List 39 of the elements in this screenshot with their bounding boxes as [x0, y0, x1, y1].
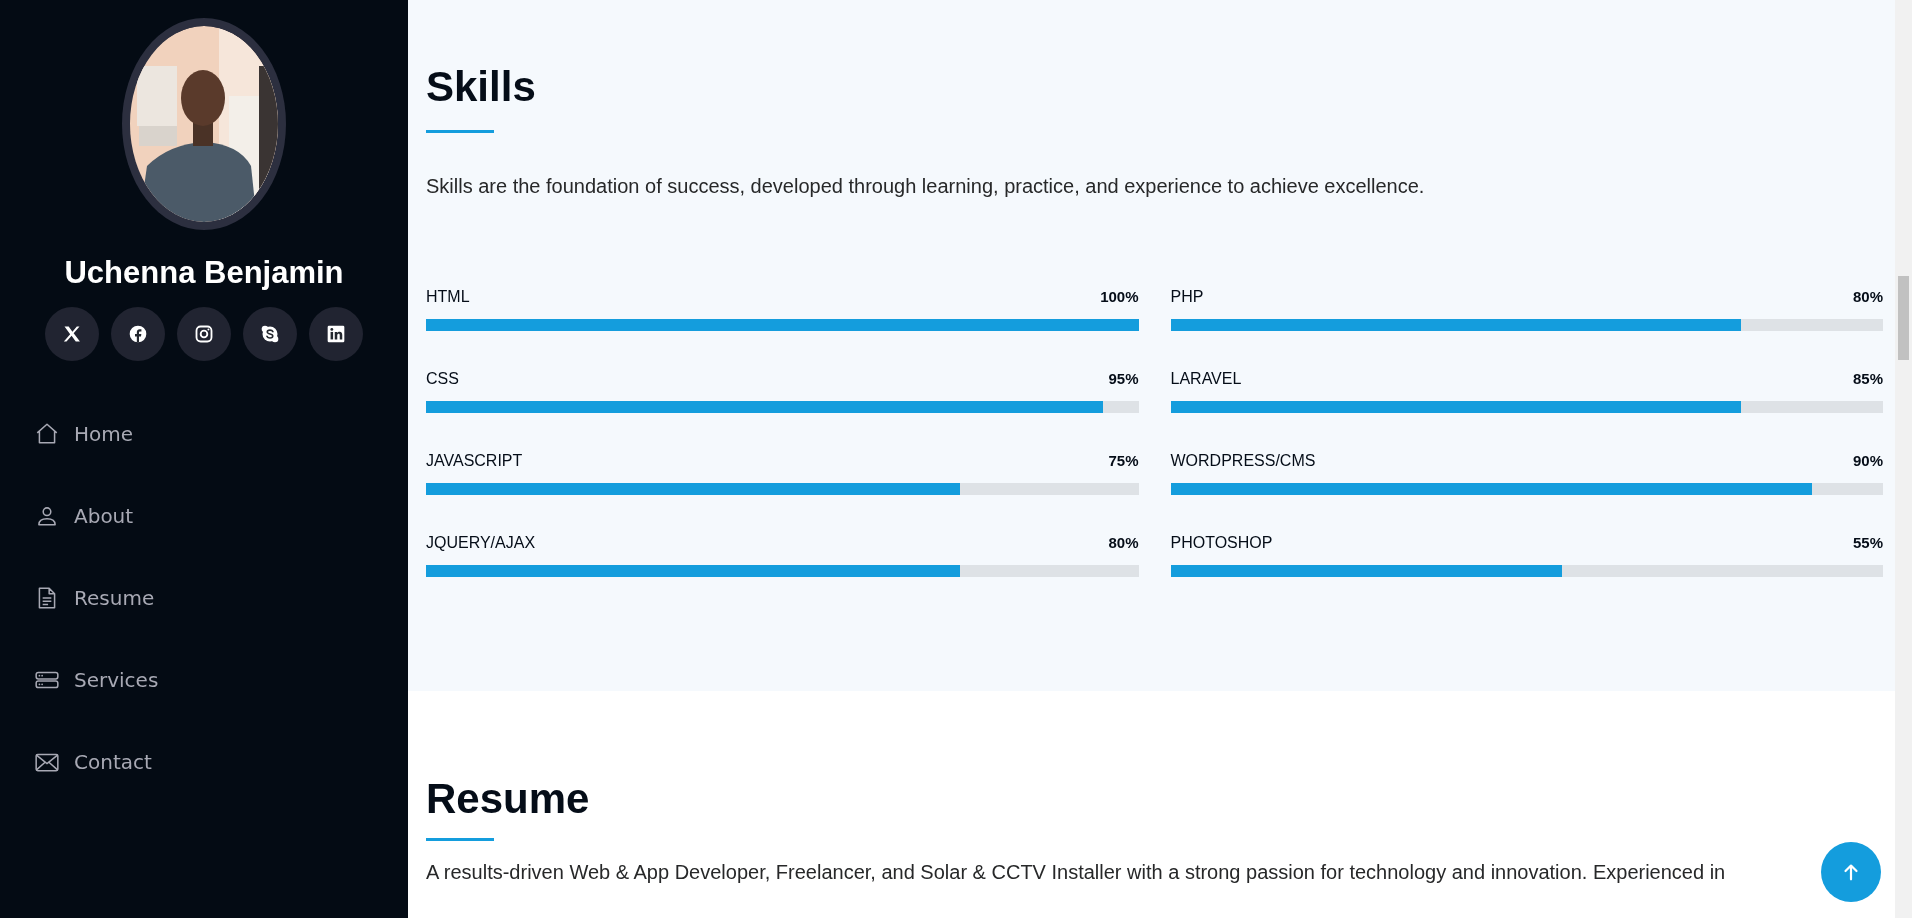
- section-description: A results-driven Web & App Developer, Freelancer, and Solar & CCTV Installer with a strong passion for technology and innovation. Experienced in: [426, 861, 1726, 885]
- linkedin-icon: [326, 324, 346, 345]
- scrollbar[interactable]: [1895, 0, 1912, 918]
- nav-link[interactable]: Contact: [34, 721, 152, 804]
- skill-percent: 90%: [1852, 452, 1883, 470]
- skill-name: CSS: [426, 370, 459, 389]
- skill-percent: 75%: [1108, 452, 1139, 470]
- social-link[interactable]: [111, 307, 165, 362]
- social-link[interactable]: [177, 307, 231, 362]
- section-title: Skills: [426, 62, 537, 112]
- facebook-icon: [128, 324, 148, 345]
- skill-percent: 95%: [1108, 370, 1139, 388]
- skill-percent: 100%: [1100, 288, 1139, 306]
- skill-name: JAVASCRIPT: [426, 452, 523, 471]
- back-to-top-button[interactable]: [1821, 842, 1881, 902]
- profile-name: Uchenna Benjamin: [64, 254, 344, 292]
- nav-link[interactable]: Services: [34, 639, 159, 722]
- skill-name: HTML: [426, 288, 470, 307]
- nav-link[interactable]: About: [34, 475, 134, 558]
- skill-name: JQUERY/AJAX: [426, 534, 536, 553]
- nav-link[interactable]: Home: [34, 393, 134, 476]
- skill-percent: 55%: [1852, 534, 1883, 552]
- skill-name: LARAVEL: [1170, 370, 1242, 389]
- skill-name: WORDPRESS/CMS: [1170, 452, 1316, 471]
- social-link[interactable]: [309, 307, 363, 362]
- skill-name: PHP: [1170, 288, 1204, 307]
- skill-name: PHOTOSHOP: [1170, 534, 1273, 553]
- x-logo-icon: [62, 324, 82, 345]
- skill-percent: 85%: [1852, 370, 1883, 388]
- nav-link[interactable]: Resume: [34, 557, 155, 640]
- skype-icon: [260, 324, 280, 345]
- section-description: Skills are the foundation of success, developed through learning, practice, and experience to achieve excellence.: [426, 175, 1426, 199]
- social-link[interactable]: [45, 307, 99, 362]
- instagram-icon: [194, 324, 214, 345]
- scrollbar-thumb[interactable]: [1898, 276, 1909, 360]
- social-link[interactable]: [243, 307, 297, 362]
- section-title: Resume: [426, 774, 591, 824]
- skill-percent: 80%: [1852, 288, 1883, 306]
- skill-percent: 80%: [1108, 534, 1139, 552]
